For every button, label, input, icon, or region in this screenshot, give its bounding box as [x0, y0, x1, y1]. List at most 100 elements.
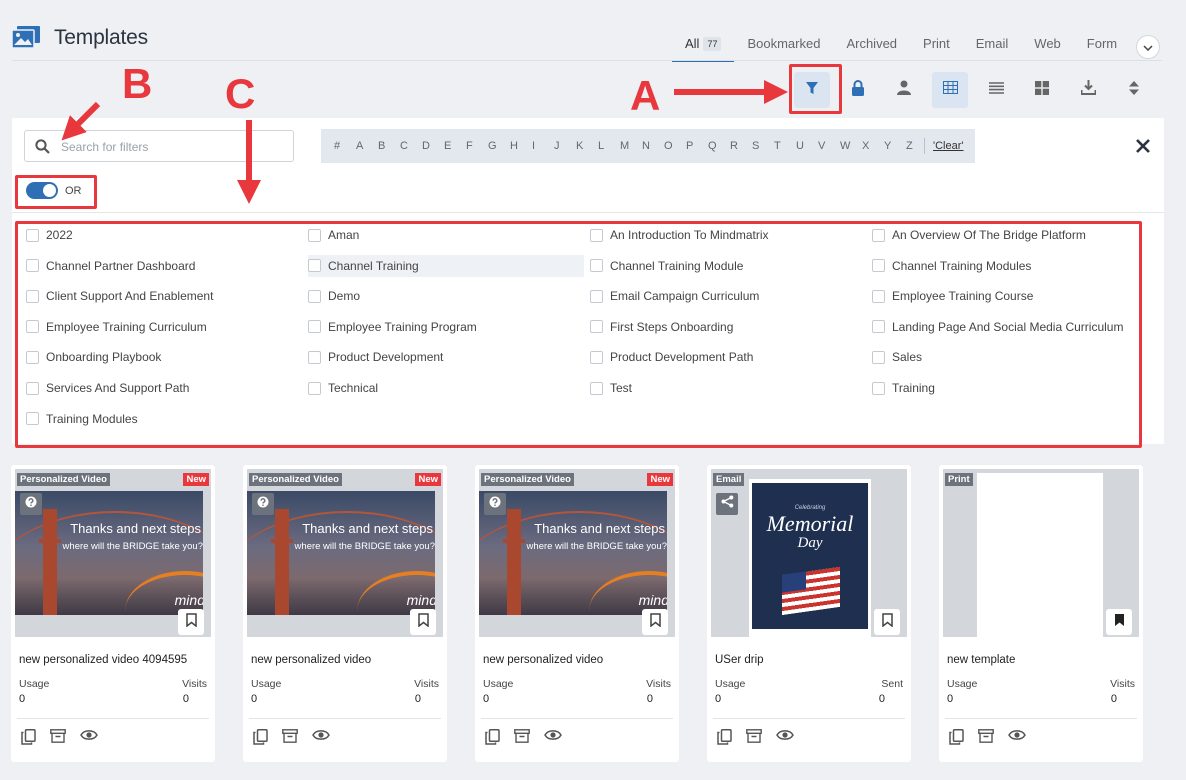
tab-form[interactable]: Form — [1074, 34, 1130, 62]
bridge-tower — [507, 509, 521, 615]
template-thumbnail[interactable]: Thanks and next steps where will the BRI… — [247, 469, 443, 637]
alphabet-letter[interactable]: U — [796, 140, 818, 152]
card-actions — [717, 729, 808, 745]
copy-icon[interactable] — [21, 729, 36, 745]
alphabet-letter[interactable]: R — [730, 140, 752, 152]
template-thumbnail[interactable]: Celebrating Memorial Day Email — [711, 469, 907, 637]
archive-icon[interactable] — [50, 729, 66, 745]
email-art-day: Day — [797, 535, 823, 551]
list-view-button[interactable] — [978, 72, 1014, 108]
alphabet-letter[interactable]: M — [620, 140, 642, 152]
close-filter-button[interactable] — [1136, 136, 1150, 159]
tiles-icon — [1035, 80, 1049, 100]
alphabet-letter[interactable]: P — [686, 140, 708, 152]
help-button[interactable] — [20, 493, 42, 515]
bookmark-button[interactable] — [410, 609, 436, 635]
stat-label: Visits — [1110, 678, 1135, 690]
tile-view-button[interactable] — [1024, 72, 1060, 108]
alphabet-letter[interactable]: Y — [884, 140, 906, 152]
template-thumbnail[interactable]: Print — [943, 469, 1139, 637]
alphabet-letter[interactable]: N — [642, 140, 664, 152]
question-icon — [489, 495, 501, 513]
alphabet-letter[interactable]: G — [488, 140, 510, 152]
help-button[interactable] — [252, 493, 274, 515]
type-badge: Personalized Video — [481, 473, 574, 486]
alphabet-letter[interactable]: B — [378, 140, 400, 152]
more-tabs-button[interactable] — [1136, 35, 1160, 59]
archive-icon[interactable] — [514, 729, 530, 745]
alphabet-letter[interactable]: K — [576, 140, 598, 152]
archive-icon[interactable] — [978, 729, 994, 745]
alphabet-letter[interactable]: T — [774, 140, 796, 152]
alphabet-letter[interactable]: O — [664, 140, 686, 152]
alphabet-letter[interactable]: A — [356, 140, 378, 152]
divider — [945, 718, 1137, 719]
bookmark-button[interactable] — [642, 609, 668, 635]
help-button[interactable] — [484, 493, 506, 515]
bookmark-icon — [881, 612, 893, 632]
download-button[interactable] — [1070, 72, 1106, 108]
copy-icon[interactable] — [253, 729, 268, 745]
archive-icon[interactable] — [282, 729, 298, 745]
template-card[interactable]: Celebrating Memorial Day Email USer drip… — [707, 465, 911, 762]
page-title: Templates — [54, 26, 148, 49]
bookmark-button[interactable] — [874, 609, 900, 635]
alphabet-letter[interactable]: W — [840, 140, 862, 152]
alphabet-letter[interactable]: # — [334, 140, 356, 152]
sort-button[interactable] — [1116, 72, 1152, 108]
alphabet-letter[interactable]: I — [532, 140, 554, 152]
alphabet-letter[interactable]: D — [422, 140, 444, 152]
lock-button[interactable] — [840, 72, 876, 108]
tab-web[interactable]: Web — [1021, 34, 1074, 62]
email-art-memorial: Memorial — [766, 511, 854, 536]
preview-icon[interactable] — [1008, 729, 1026, 745]
preview-icon[interactable] — [544, 729, 562, 745]
stat-label: Usage — [947, 678, 978, 690]
alphabet-letter[interactable]: F — [466, 140, 488, 152]
alphabet-letter[interactable]: J — [554, 140, 576, 152]
preview-icon[interactable] — [312, 729, 330, 745]
bookmark-icon — [649, 612, 661, 632]
template-card[interactable]: Thanks and next steps where will the BRI… — [243, 465, 447, 762]
tab-bookmarked[interactable]: Bookmarked — [734, 34, 833, 62]
alphabet-letter[interactable]: C — [400, 140, 422, 152]
divider — [12, 60, 1162, 61]
alphabet-letter[interactable]: H — [510, 140, 532, 152]
user-button[interactable] — [886, 72, 922, 108]
template-thumbnail[interactable]: Thanks and next steps where will the BRI… — [15, 469, 211, 637]
clear-filter-link[interactable]: 'Clear' — [933, 140, 964, 152]
archive-icon[interactable] — [746, 729, 762, 745]
alphabet-letter[interactable]: V — [818, 140, 840, 152]
stat-value: 0 — [715, 693, 722, 705]
divider — [481, 718, 673, 719]
grid-view-button[interactable] — [932, 72, 968, 108]
bookmark-button[interactable] — [178, 609, 204, 635]
template-card[interactable]: Thanks and next steps where will the BRI… — [11, 465, 215, 762]
copy-icon[interactable] — [717, 729, 732, 745]
alphabet-letter[interactable]: X — [862, 140, 884, 152]
tab-email[interactable]: Email — [963, 34, 1022, 62]
video-thumbnail: Thanks and next steps where will the BRI… — [479, 491, 667, 615]
copy-icon[interactable] — [949, 729, 964, 745]
copy-icon[interactable] — [485, 729, 500, 745]
filter-search-input[interactable] — [61, 137, 281, 157]
preview-icon[interactable] — [80, 729, 98, 745]
alphabet-letter[interactable]: S — [752, 140, 774, 152]
tab-archived[interactable]: Archived — [833, 34, 910, 62]
share-button[interactable] — [716, 493, 738, 515]
template-name: new personalized video — [483, 654, 604, 666]
alphabet-letter[interactable]: E — [444, 140, 466, 152]
list-icon — [988, 81, 1004, 99]
bridge-tower — [275, 509, 289, 615]
tab-print[interactable]: Print — [910, 34, 963, 62]
alphabet-letter[interactable]: L — [598, 140, 620, 152]
annotation-label-c: C — [225, 70, 256, 117]
bookmark-button[interactable] — [1106, 609, 1132, 635]
template-card[interactable]: Thanks and next steps where will the BRI… — [475, 465, 679, 762]
video-title: Thanks and next steps — [534, 521, 665, 536]
preview-icon[interactable] — [776, 729, 794, 745]
alphabet-letter[interactable]: Q — [708, 140, 730, 152]
tab-all[interactable]: All 77 — [672, 34, 735, 62]
template-card[interactable]: Print new template Usage 0 Visits 0 — [939, 465, 1143, 762]
template-thumbnail[interactable]: Thanks and next steps where will the BRI… — [479, 469, 675, 637]
